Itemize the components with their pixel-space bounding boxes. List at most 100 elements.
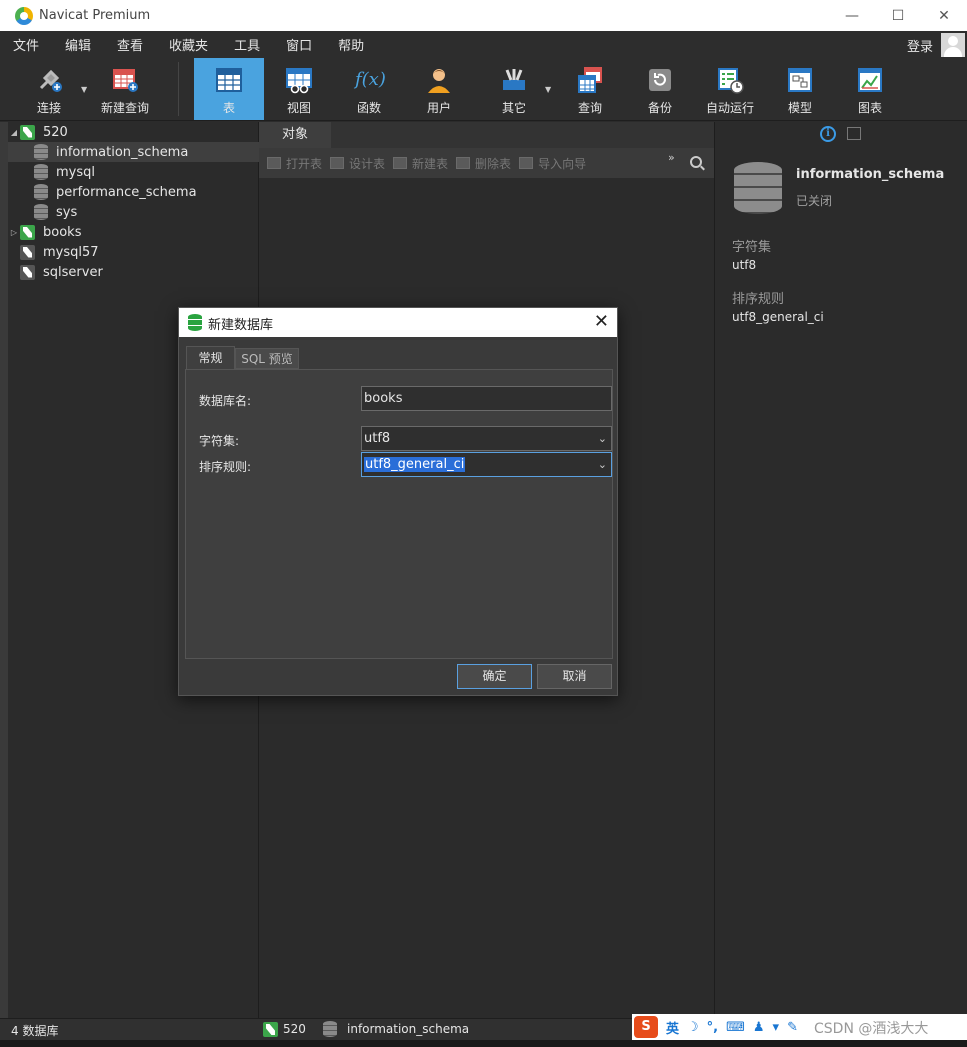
collapse-arrow-icon[interactable]: ◢: [8, 128, 20, 137]
other-dropdown-arrow-icon[interactable]: ▼: [545, 85, 551, 94]
toolbar-new-query-button[interactable]: 新建查询: [96, 58, 154, 120]
punctuation-icon[interactable]: °,: [707, 1020, 718, 1035]
menu-window[interactable]: 窗口: [273, 35, 325, 54]
backup-icon: [646, 66, 674, 94]
ddl-icon[interactable]: [847, 127, 861, 140]
watermark: CSDN @酒浅大大: [814, 1021, 929, 1037]
toolbar-other-button[interactable]: 其它: [488, 58, 540, 120]
window-title: Navicat Premium: [39, 8, 151, 23]
toolbar-table-button[interactable]: 表: [194, 58, 264, 120]
avatar[interactable]: [941, 33, 965, 57]
expand-arrow-icon[interactable]: ▷: [8, 228, 20, 237]
menu-favorites[interactable]: 收藏夹: [156, 35, 221, 54]
tree-node-performance-schema[interactable]: performance_schema: [8, 182, 259, 202]
new-table-icon: [393, 157, 408, 169]
tree-node-sys[interactable]: sys: [8, 202, 259, 222]
menu-help[interactable]: 帮助: [325, 35, 377, 54]
menu-tools[interactable]: 工具: [221, 35, 273, 54]
toolbar-user-button[interactable]: 用户: [413, 58, 465, 120]
login-link[interactable]: 登录: [907, 36, 933, 55]
toolbar-model-button[interactable]: 模型: [774, 58, 826, 120]
tree-node-520[interactable]: ◢ 520: [8, 122, 259, 142]
toolbar-backup-button[interactable]: 备份: [634, 58, 686, 120]
query-icon: [576, 66, 604, 94]
moon-icon[interactable]: ☽: [687, 1020, 699, 1035]
status-db-count: 4 数据库: [11, 1024, 59, 1038]
import-wizard-button[interactable]: 导入向导: [519, 155, 586, 172]
database-icon: [34, 204, 48, 220]
ime-toolbar: S 英 ☽ °, ⌨ ♟ ▾ ✎ CSDN @酒浅大大: [632, 1014, 967, 1040]
view-icon: [285, 66, 313, 94]
delete-table-button[interactable]: 删除表: [456, 155, 511, 172]
model-icon: [786, 66, 814, 94]
tree-node-mysql57[interactable]: mysql57: [8, 242, 259, 262]
ok-button[interactable]: 确定: [457, 664, 532, 689]
collation-select[interactable]: utf8_general_ci ⌄: [361, 452, 612, 477]
dialog-close-button[interactable]: ✕: [594, 311, 609, 332]
user-icon: [425, 66, 453, 94]
toolbar-connect-label: 连接: [36, 101, 61, 115]
tab-sql-preview[interactable]: SQL 预览: [235, 348, 299, 369]
wrench-icon[interactable]: ✎: [787, 1020, 798, 1035]
toolbar-function-button[interactable]: f(x) 函数: [343, 58, 395, 120]
collation-select-value: utf8_general_ci: [364, 457, 466, 472]
new-query-icon: [111, 66, 139, 94]
mysql-connection-icon: [20, 224, 35, 240]
details-panel: i information_schema 已关闭 字符集 utf8 排序规则 u…: [714, 122, 967, 1018]
import-wizard-icon: [519, 157, 534, 169]
ime-language-toggle[interactable]: 英: [666, 1018, 679, 1037]
tree-node-books[interactable]: ▷ books: [8, 222, 259, 242]
status-database-icon: [323, 1021, 337, 1037]
user-icon[interactable]: ♟: [753, 1020, 765, 1035]
toolbar-connect-button[interactable]: 连接: [22, 58, 76, 120]
tab-objects[interactable]: 对象: [259, 122, 331, 148]
connect-dropdown-arrow-icon[interactable]: ▼: [81, 85, 87, 94]
minimize-button[interactable]: —: [829, 0, 875, 31]
status-connection: 520: [283, 1022, 306, 1036]
sogou-logo-icon[interactable]: S: [634, 1016, 658, 1038]
toolbar-model-label: 模型: [787, 101, 812, 115]
charset-select[interactable]: utf8 ⌄: [361, 426, 612, 451]
info-icon[interactable]: i: [820, 126, 836, 142]
toolbar-chart-label: 图表: [857, 101, 882, 115]
tree-node-information-schema[interactable]: information_schema: [8, 142, 259, 162]
db-name-input[interactable]: books: [361, 386, 612, 411]
menu-view[interactable]: 查看: [104, 35, 156, 54]
db-name-label: 数据库名:: [199, 394, 252, 408]
navicat-logo-icon: [15, 6, 33, 25]
details-db-name: information_schema: [796, 167, 945, 182]
toolbar-new-query-label: 新建查询: [100, 101, 149, 115]
more-actions-button[interactable]: »: [668, 151, 675, 164]
new-table-button[interactable]: 新建表: [393, 155, 448, 172]
menu-edit[interactable]: 编辑: [52, 35, 104, 54]
maximize-button[interactable]: ☐: [875, 0, 921, 31]
collation-label: 排序规则:: [199, 460, 252, 474]
tree-node-label: mysql: [56, 164, 95, 180]
keyboard-icon[interactable]: ⌨: [726, 1020, 745, 1035]
toolbar-query-button[interactable]: 查询: [564, 58, 616, 120]
details-charset-value: utf8: [732, 258, 757, 272]
delete-table-icon: [456, 157, 471, 169]
details-collation-value: utf8_general_ci: [732, 310, 824, 324]
sqlserver-connection-icon: [20, 264, 35, 280]
toolbar-chart-button[interactable]: 图表: [844, 58, 896, 120]
tree-node-mysql[interactable]: mysql: [8, 162, 259, 182]
design-table-button[interactable]: 设计表: [330, 155, 385, 172]
open-table-button[interactable]: 打开表: [267, 155, 322, 172]
toolbar-schedule-label: 自动运行: [705, 101, 754, 115]
object-toolbar: 打开表 设计表 新建表 删除表 导入向导: [259, 148, 714, 178]
shirt-icon[interactable]: ▾: [773, 1020, 780, 1035]
chart-icon: [856, 66, 884, 94]
plug-icon: [35, 66, 63, 94]
database-icon: [34, 144, 48, 160]
other-icon: [500, 66, 528, 94]
toolbar-schedule-button[interactable]: 自动运行: [700, 58, 760, 120]
search-icon[interactable]: [690, 156, 702, 168]
menu-file[interactable]: 文件: [0, 35, 52, 54]
tab-general[interactable]: 常规: [186, 346, 235, 369]
toolbar-table-label: 表: [222, 101, 235, 115]
tree-node-sqlserver[interactable]: sqlserver: [8, 262, 259, 282]
toolbar-view-button[interactable]: 视图: [273, 58, 325, 120]
close-button[interactable]: ✕: [921, 0, 967, 31]
cancel-button[interactable]: 取消: [537, 664, 612, 689]
